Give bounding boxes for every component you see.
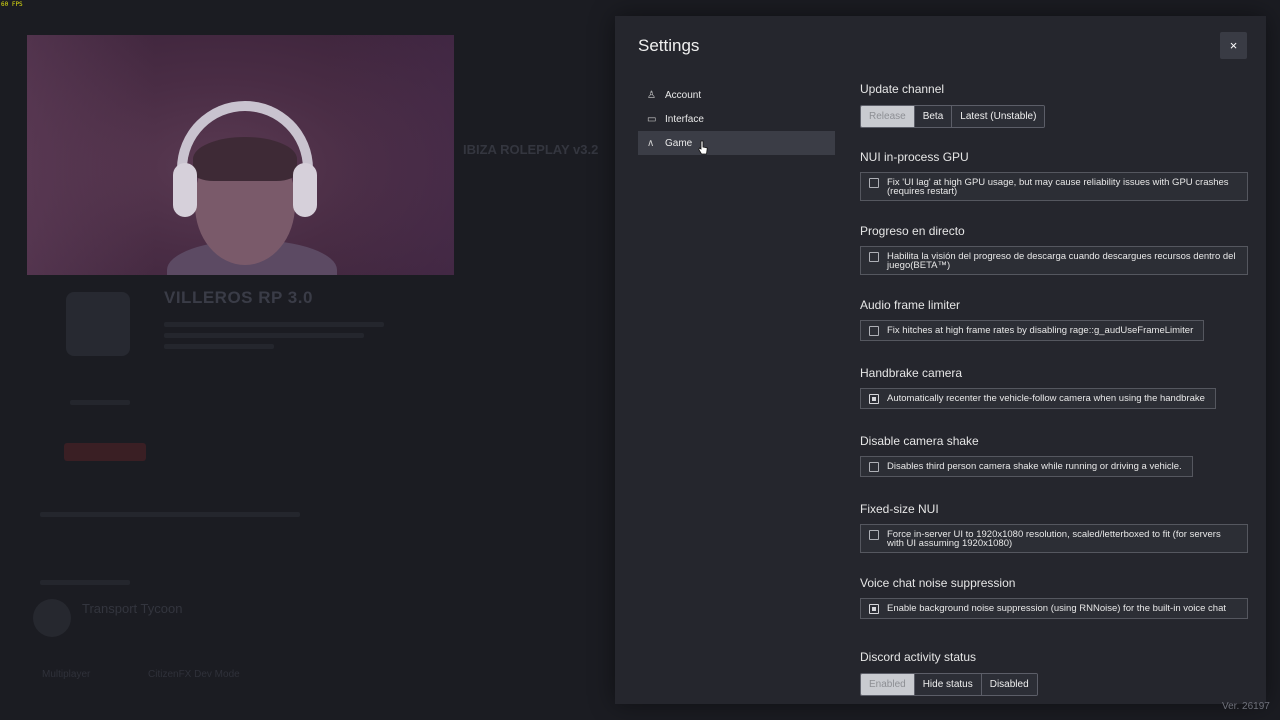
checkbox-indicator[interactable]	[869, 178, 879, 188]
version-label: Ver. 26197	[1222, 701, 1270, 712]
bg-server-logo	[66, 292, 130, 356]
update-channel-section: Update channel Release Beta Latest (Unst…	[860, 82, 1255, 128]
section-title: Progreso en directo	[860, 224, 965, 238]
option-beta[interactable]: Beta	[914, 106, 953, 127]
bg-server-avatar	[33, 599, 71, 637]
checkbox-label: Fix hitches at high frame rates by disab…	[887, 325, 1194, 336]
section-title: Audio frame limiter	[860, 298, 961, 312]
nui-gpu-section: NUI in-process GPU Fix 'UI lag' at high …	[860, 150, 1255, 201]
bg-footer-right: CitizenFX Dev Mode	[148, 669, 240, 680]
fixed-nui-section: Fixed-size NUI Force in-server UI to 192…	[860, 502, 1255, 553]
checkbox-label: Enable background noise suppression (usi…	[887, 603, 1227, 614]
checkbox-label: Disables third person camera shake while…	[887, 461, 1182, 472]
nav-item-account[interactable]: ♙ Account	[638, 83, 835, 107]
checkbox-indicator[interactable]	[869, 604, 879, 614]
webcam-overlay	[27, 35, 454, 275]
bg-server-title: VILLEROS RP 3.0	[164, 288, 313, 307]
bg-connect-button	[64, 443, 146, 461]
progreso-checkbox[interactable]: Habilita la visión del progreso de desca…	[860, 246, 1248, 275]
discord-status-selector: Enabled Hide status Disabled	[860, 673, 1038, 696]
headphone-ear-left	[173, 163, 197, 217]
checkbox-indicator[interactable]	[869, 326, 879, 336]
settings-title: Settings	[638, 36, 700, 55]
nav-item-interface[interactable]: ▭ Interface	[638, 107, 835, 131]
bg-description-line	[164, 333, 364, 338]
option-disabled[interactable]: Disabled	[981, 674, 1037, 695]
nav-item-label: Interface	[665, 113, 704, 125]
user-icon: ♙	[647, 89, 656, 101]
option-enabled[interactable]: Enabled	[861, 674, 915, 695]
progreso-section: Progreso en directo Habilita la visión d…	[860, 224, 1255, 275]
bg-server-name: IBIZA ROLEPLAY v3.2	[463, 142, 599, 157]
hand-cursor-icon	[698, 140, 708, 155]
nav-item-label: Account	[665, 89, 702, 101]
checkbox-label: Automatically recenter the vehicle-follo…	[887, 393, 1205, 404]
checkbox-indicator[interactable]	[869, 530, 879, 540]
voice-suppression-checkbox[interactable]: Enable background noise suppression (usi…	[860, 598, 1248, 619]
camera-shake-section: Disable camera shake Disables third pers…	[860, 434, 1255, 477]
checkbox-label: Habilita la visión del progreso de desca…	[887, 251, 1236, 271]
discord-status-section: Discord activity status Enabled Hide sta…	[860, 650, 1255, 696]
bg-divider-line	[40, 512, 300, 517]
camera-shake-checkbox[interactable]: Disables third person camera shake while…	[860, 456, 1193, 477]
handbrake-checkbox[interactable]: Automatically recenter the vehicle-follo…	[860, 388, 1216, 409]
close-icon: ×	[1229, 38, 1238, 53]
checkbox-label: Fix 'UI lag' at high GPU usage, but may …	[887, 177, 1229, 197]
section-title: Discord activity status	[860, 650, 977, 664]
audio-limiter-section: Audio frame limiter Fix hitches at high …	[860, 298, 1255, 341]
checkbox-indicator[interactable]	[869, 252, 879, 262]
bg-server-entry: Transport Tycoon	[82, 601, 183, 616]
audio-limiter-checkbox[interactable]: Fix hitches at high frame rates by disab…	[860, 320, 1205, 341]
settings-nav: ♙ Account ▭ Interface ∧ Game	[638, 83, 835, 155]
checkbox-label: Force in-server UI to 1920x1080 resoluti…	[887, 529, 1221, 549]
nav-item-game[interactable]: ∧ Game	[638, 131, 835, 155]
headphone-ear-right	[293, 163, 317, 217]
settings-modal: Settings × ♙ Account ▭ Interface ∧ Game …	[615, 16, 1266, 704]
section-title: NUI in-process GPU	[860, 150, 969, 164]
option-hide-status[interactable]: Hide status	[914, 674, 982, 695]
handbrake-section: Handbrake camera Automatically recenter …	[860, 366, 1255, 409]
close-button[interactable]: ×	[1220, 32, 1247, 59]
bg-stat-line	[70, 400, 130, 405]
section-title: Fixed-size NUI	[860, 502, 939, 516]
checkbox-indicator[interactable]	[869, 462, 879, 472]
update-channel-selector: Release Beta Latest (Unstable)	[860, 105, 1046, 128]
monitor-icon: ▭	[647, 113, 657, 125]
voice-suppression-section: Voice chat noise suppression Enable back…	[860, 576, 1255, 619]
option-latest[interactable]: Latest (Unstable)	[952, 106, 1045, 127]
section-title: Disable camera shake	[860, 434, 979, 448]
fps-counter: 60 FPS	[1, 1, 23, 8]
game-icon: ∧	[647, 137, 655, 149]
option-release[interactable]: Release	[861, 106, 915, 127]
bg-footer-left: Multiplayer	[42, 669, 91, 680]
fixed-nui-checkbox[interactable]: Force in-server UI to 1920x1080 resoluti…	[860, 524, 1248, 553]
nui-gpu-checkbox[interactable]: Fix 'UI lag' at high GPU usage, but may …	[860, 172, 1248, 201]
bg-description-line	[164, 344, 274, 349]
checkbox-indicator[interactable]	[869, 394, 879, 404]
section-title: Voice chat noise suppression	[860, 576, 1016, 590]
section-title: Handbrake camera	[860, 366, 963, 380]
bg-description-line	[164, 322, 384, 327]
bg-section-label	[40, 580, 130, 585]
section-title: Update channel	[860, 82, 945, 96]
nav-item-label: Game	[665, 137, 693, 149]
